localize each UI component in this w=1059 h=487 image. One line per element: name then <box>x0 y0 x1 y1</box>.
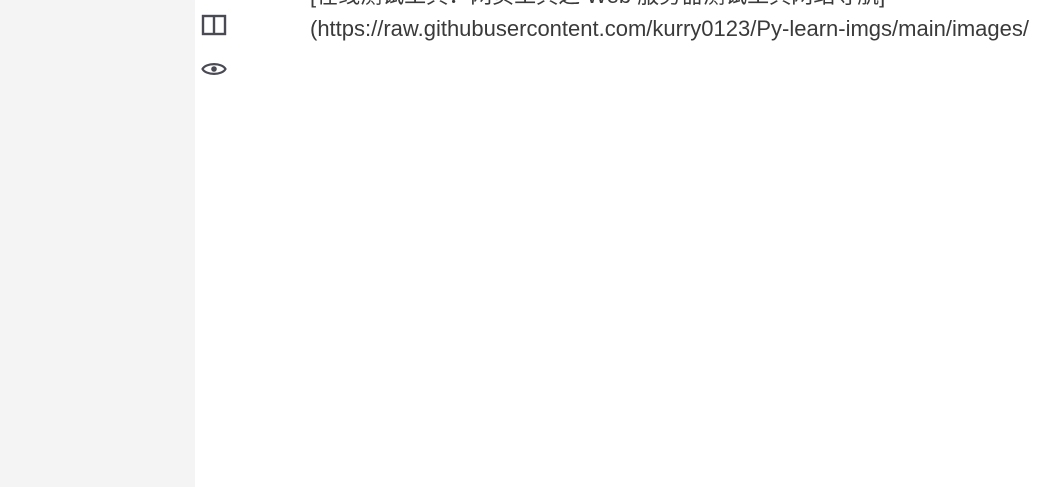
app-window: [在线测试工具：网页工具之 Web 服务器测试工具网站导航] (https://… <box>0 0 1059 487</box>
markdown-editor[interactable]: [在线测试工具：网页工具之 Web 服务器测试工具网站导航] (https://… <box>195 0 1059 487</box>
markdown-line: [在线测试工具：网页工具之 Web 服务器测试工具网站导航] <box>310 0 885 10</box>
file-sidebar <box>0 0 195 487</box>
split-view-icon <box>201 14 227 36</box>
preview-button[interactable] <box>200 55 228 83</box>
markdown-line: (https://raw.githubusercontent.com/kurry… <box>310 16 1029 41</box>
editor-tool-rail <box>195 0 239 487</box>
split-view-button[interactable] <box>200 11 228 39</box>
editor-text-area[interactable]: [在线测试工具：网页工具之 Web 服务器测试工具网站导航] (https://… <box>310 0 1059 487</box>
eye-icon <box>201 60 227 78</box>
